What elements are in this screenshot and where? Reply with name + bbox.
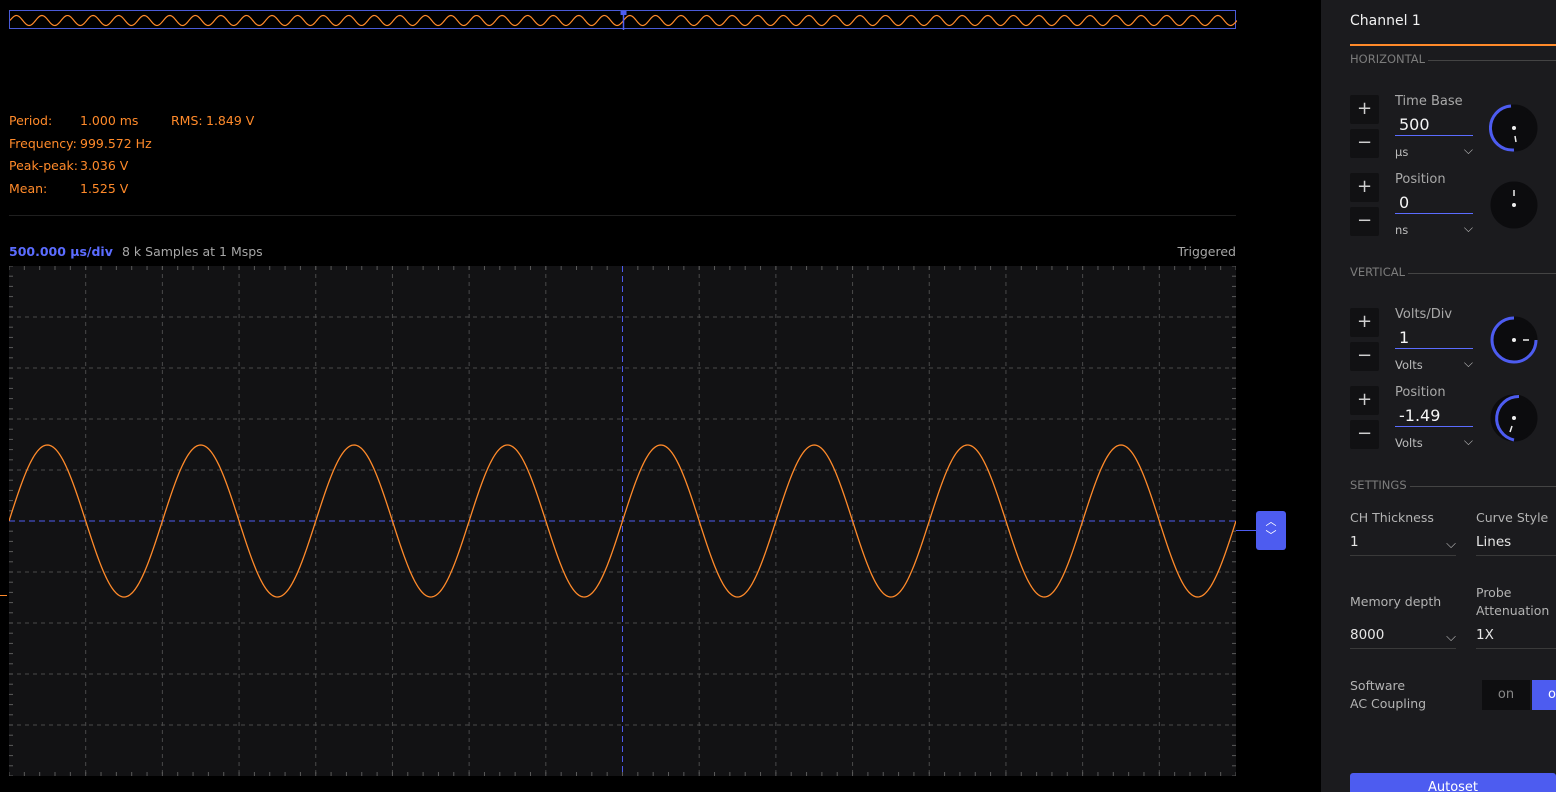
time-base-input[interactable]: 500 — [1395, 114, 1473, 136]
curve-style-label: Curve Style — [1476, 510, 1549, 525]
sample-info: 8 k Samples at 1 Msps — [122, 244, 263, 259]
v-position-unit-select[interactable]: Volts ⌵ — [1395, 434, 1473, 450]
chevron-down-icon: ⌵ — [1463, 356, 1473, 370]
h-position-input[interactable]: 0 — [1395, 192, 1473, 214]
probe-attenuation-label: Probe Attenuation — [1476, 585, 1550, 618]
mean-label: Mean: — [9, 181, 48, 196]
period-label: Period: — [9, 113, 53, 128]
volts-div-unit: Volts — [1395, 358, 1423, 372]
mean-value: 1.525 V — [80, 181, 129, 196]
h-position-unit-select[interactable]: ns ⌵ — [1395, 221, 1473, 237]
curve-style-value: Lines — [1476, 534, 1512, 550]
rms-value: 1.849 V — [206, 113, 255, 128]
volts-div-knob[interactable] — [1489, 315, 1539, 365]
oscilloscope-plot[interactable] — [9, 266, 1236, 776]
h-position-knob[interactable] — [1489, 180, 1539, 230]
h-position-label: Position — [1395, 172, 1446, 187]
measurements-divider — [9, 215, 1236, 216]
frequency-label: Frequency: — [9, 136, 77, 151]
time-base-unit-select[interactable]: μs ⌵ — [1395, 143, 1473, 159]
time-base-plus-button[interactable]: + — [1350, 95, 1379, 124]
v-position-minus-button[interactable]: − — [1350, 420, 1379, 449]
ac-coupling-label-line2: AC Coupling — [1350, 696, 1427, 711]
volts-div-unit-select[interactable]: Volts ⌵ — [1395, 356, 1473, 372]
horizontal-header-text: HORIZONTAL — [1350, 52, 1429, 66]
vertical-header-text: VERTICAL — [1350, 265, 1409, 279]
ac-coupling-on[interactable]: on — [1482, 680, 1530, 710]
volts-div-minus-button[interactable]: − — [1350, 342, 1379, 371]
autoset-button[interactable]: Autoset — [1350, 773, 1556, 792]
v-position-unit: Volts — [1395, 436, 1423, 450]
waveform-overview[interactable] — [9, 10, 1238, 30]
vertical-section-header: VERTICAL — [1350, 265, 1556, 279]
chevron-down-icon: ﹀ — [1265, 529, 1277, 542]
ac-coupling-toggle[interactable]: on off — [1482, 680, 1556, 710]
ch-thickness-label: CH Thickness — [1350, 510, 1434, 525]
memory-depth-value: 8000 — [1350, 627, 1385, 643]
ac-coupling-label-line1: Software — [1350, 678, 1406, 693]
chevron-down-icon: ⌵ — [1446, 630, 1456, 645]
chevron-down-icon: ⌵ — [1446, 537, 1456, 552]
curve-style-select[interactable]: Lines — [1476, 531, 1556, 556]
ch-thickness-value: 1 — [1350, 534, 1359, 550]
h-position-plus-button[interactable]: + — [1350, 173, 1379, 202]
volts-div-label: Volts/Div — [1395, 307, 1453, 322]
rms-label: RMS: — [171, 113, 203, 128]
volts-div-input[interactable]: 1 — [1395, 327, 1473, 349]
time-base-unit: μs — [1395, 145, 1409, 159]
plot-canvas — [9, 266, 1236, 776]
plot-info-row: 500.000 μs/div 8 k Samples at 1 Msps Tri… — [9, 244, 1236, 262]
ac-coupling-off[interactable]: off — [1532, 680, 1556, 710]
v-position-label: Position — [1395, 385, 1446, 400]
chevron-down-icon: ⌵ — [1463, 434, 1473, 448]
chevron-down-icon: ⌵ — [1463, 143, 1473, 157]
ch-thickness-select[interactable]: 1 ⌵ — [1350, 531, 1456, 556]
ac-coupling-label: Software AC Coupling — [1350, 677, 1426, 713]
trigger-handle-line — [1236, 530, 1256, 531]
memory-depth-select[interactable]: 8000 ⌵ — [1350, 624, 1456, 649]
trigger-status: Triggered — [1177, 244, 1236, 259]
probe-attenuation-value: 1X — [1476, 627, 1494, 643]
memory-depth-label: Memory depth — [1350, 594, 1442, 609]
settings-header-text: SETTINGS — [1350, 478, 1410, 492]
chevron-up-icon: ︿ — [1265, 515, 1277, 528]
channel-tab-underline — [1350, 44, 1556, 46]
time-base-knob[interactable] — [1489, 103, 1539, 153]
channel-level-marker — [0, 595, 7, 596]
time-per-div: 500.000 μs/div — [9, 244, 113, 259]
channel-title[interactable]: Channel 1 — [1350, 13, 1421, 29]
settings-section-header: SETTINGS — [1350, 478, 1556, 492]
trigger-level-handle[interactable]: ︿ ﹀ — [1236, 511, 1286, 550]
frequency-value: 999.572 Hz — [80, 136, 152, 151]
peak-peak-label: Peak-peak: — [9, 158, 78, 173]
v-position-knob[interactable] — [1489, 393, 1539, 443]
chevron-down-icon: ⌵ — [1463, 221, 1473, 235]
channel-settings-panel: Channel 1 HORIZONTAL + − Time Base 500 μ… — [1321, 0, 1556, 792]
period-value: 1.000 ms — [80, 113, 139, 128]
v-position-input[interactable]: -1.49 — [1395, 405, 1473, 427]
overview-trigger-handle — [620, 11, 627, 15]
time-base-label: Time Base — [1395, 94, 1463, 109]
v-position-plus-button[interactable]: + — [1350, 386, 1379, 415]
horizontal-section-header: HORIZONTAL — [1350, 52, 1556, 66]
peak-peak-value: 3.036 V — [80, 158, 129, 173]
measurements-panel: Period: 1.000 ms RMS: 1.849 V Frequency:… — [9, 113, 309, 203]
overview-waveform — [9, 11, 1238, 30]
volts-div-plus-button[interactable]: + — [1350, 308, 1379, 337]
h-position-minus-button[interactable]: − — [1350, 207, 1379, 236]
probe-attenuation-select[interactable]: 1X — [1476, 624, 1556, 649]
h-position-unit: ns — [1395, 223, 1409, 237]
time-base-minus-button[interactable]: − — [1350, 129, 1379, 158]
